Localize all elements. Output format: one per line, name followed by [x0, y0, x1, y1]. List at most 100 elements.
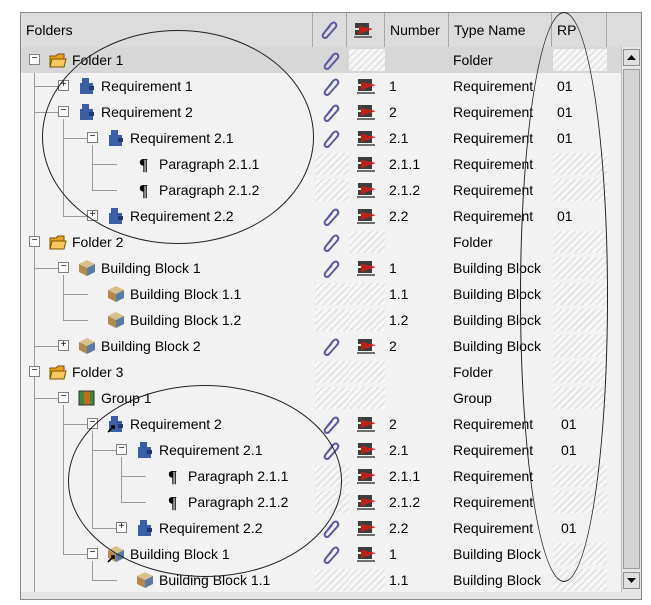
- paperclip-icon[interactable]: [320, 102, 346, 122]
- number-cell: 1: [389, 260, 397, 276]
- paperclip-icon[interactable]: [320, 206, 346, 226]
- tree-row[interactable]: + Requirement 1 1 Requirement 01: [21, 73, 621, 99]
- scrollbar-thumb[interactable]: [623, 69, 640, 569]
- tree-node-label[interactable]: Building Block 1: [130, 541, 230, 567]
- paperclip-icon[interactable]: [320, 414, 346, 434]
- column-header-server[interactable]: [347, 13, 385, 47]
- collapse-toggle[interactable]: −: [116, 444, 127, 455]
- expand-toggle[interactable]: +: [58, 340, 69, 351]
- tree-table-panel: Folders Number Type Name RP − Folder 1 Fol…: [20, 12, 642, 600]
- tree-node-label[interactable]: Group 1: [101, 385, 152, 411]
- tree-row[interactable]: − Requirement 2.1 2.1 Requirement 01: [21, 125, 621, 151]
- tree-row[interactable]: + Building Block 2 2 Building Block: [21, 333, 621, 359]
- collapse-toggle[interactable]: −: [29, 236, 40, 247]
- requirement-icon: [78, 103, 96, 121]
- paperclip-icon[interactable]: [320, 518, 346, 538]
- tree-node-label[interactable]: Building Block 1.1: [159, 567, 270, 592]
- tree-node-label[interactable]: Folder 2: [72, 229, 123, 255]
- server-icon: [355, 155, 379, 173]
- tree-row[interactable]: Building Block 1.1 1.1 Building Block: [21, 281, 621, 307]
- type-name-cell: Group: [453, 390, 492, 406]
- tree-node-label[interactable]: Paragraph 2.1.2: [159, 177, 259, 203]
- paperclip-icon[interactable]: [320, 232, 346, 252]
- paperclip-icon[interactable]: [320, 336, 346, 356]
- paperclip-icon[interactable]: [320, 76, 346, 96]
- empty-cell: [553, 361, 607, 383]
- tree-node-label[interactable]: Paragraph 2.1.1: [188, 463, 288, 489]
- tree-node-label[interactable]: Requirement 2: [130, 411, 222, 437]
- collapse-toggle[interactable]: −: [58, 106, 69, 117]
- tree-row[interactable]: ¶ Paragraph 2.1.1 2.1.1 Requirement: [21, 463, 621, 489]
- tree-row[interactable]: Building Block 1.2 1.2 Building Block: [21, 307, 621, 333]
- server-icon: [357, 157, 376, 172]
- column-header-type-name[interactable]: Type Name: [449, 13, 552, 47]
- scroll-up-button[interactable]: [623, 49, 640, 66]
- tree-node-label[interactable]: Building Block 2: [101, 333, 201, 359]
- paperclip-icon[interactable]: [320, 50, 346, 70]
- collapse-toggle[interactable]: −: [58, 392, 69, 403]
- number-cell: 2: [389, 338, 397, 354]
- paperclip-icon[interactable]: [320, 128, 346, 148]
- empty-cell: [553, 465, 607, 487]
- server-icon: [357, 209, 376, 224]
- tree-row[interactable]: − Folder 1 Folder: [21, 47, 621, 73]
- tree-node-label[interactable]: Folder 1: [72, 47, 123, 73]
- column-header-rp[interactable]: RP: [552, 13, 607, 47]
- tree-node-label[interactable]: Requirement 2.1: [159, 437, 263, 463]
- tree-row[interactable]: ¶ Paragraph 2.1.2 2.1.2 Requirement: [21, 489, 621, 515]
- expand-toggle[interactable]: +: [87, 210, 98, 221]
- column-header-attachment[interactable]: [313, 13, 347, 47]
- tree-node-label[interactable]: Requirement 2: [101, 99, 193, 125]
- server-icon: [355, 129, 379, 147]
- tree-node-label[interactable]: Building Block 1: [101, 255, 201, 281]
- tree-row[interactable]: ¶ Paragraph 2.1.1 2.1.1 Requirement: [21, 151, 621, 177]
- tree-node-label[interactable]: Requirement 2.2: [159, 515, 263, 541]
- tree-row[interactable]: + Requirement 2.2 2.2 Requirement 01: [21, 515, 621, 541]
- expand-toggle[interactable]: +: [58, 80, 69, 91]
- tree-row[interactable]: − Requirement 2 2 Requirement 01: [21, 411, 621, 437]
- expand-toggle[interactable]: +: [116, 522, 127, 533]
- tree-row[interactable]: Building Block 1.1 1.1 Building Block: [21, 567, 621, 592]
- tree-row[interactable]: − Requirement 2 2 Requirement 01: [21, 99, 621, 125]
- tree-row[interactable]: − Requirement 2.1 2.1 Requirement 01: [21, 437, 621, 463]
- type-name-cell: Requirement: [453, 104, 534, 120]
- paperclip-icon[interactable]: [320, 440, 346, 460]
- collapse-toggle[interactable]: −: [87, 418, 98, 429]
- scroll-down-button[interactable]: [623, 572, 640, 589]
- tree-row[interactable]: + Requirement 2.2 2.2 Requirement 01: [21, 203, 621, 229]
- vertical-scrollbar[interactable]: [621, 47, 641, 592]
- number-cell: 2.2: [389, 520, 409, 536]
- collapse-toggle[interactable]: −: [29, 366, 40, 377]
- type-name-cell: Building Block: [453, 338, 541, 354]
- tree-row[interactable]: ¶ Paragraph 2.1.2 2.1.2 Requirement: [21, 177, 621, 203]
- column-header-number[interactable]: Number: [385, 13, 449, 47]
- paperclip-icon[interactable]: [320, 544, 346, 564]
- tree-node-label[interactable]: Requirement 2.1: [130, 125, 234, 151]
- tree-node-label[interactable]: Folder 3: [72, 359, 123, 385]
- tree-node-label[interactable]: Paragraph 2.1.2: [188, 489, 288, 515]
- empty-cell: [315, 491, 349, 513]
- rp-cell: 01: [557, 130, 573, 146]
- paperclip-icon[interactable]: [320, 258, 346, 278]
- server-icon: [355, 103, 379, 121]
- number-cell: 2.1.2: [389, 182, 421, 198]
- tree-node-label[interactable]: Building Block 1.1: [130, 281, 241, 307]
- tree-row[interactable]: − Group 1 Group: [21, 385, 621, 411]
- tree-node-label[interactable]: Requirement 2.2: [130, 203, 234, 229]
- tree-row[interactable]: − Folder 2 Folder: [21, 229, 621, 255]
- collapse-toggle[interactable]: −: [29, 54, 40, 65]
- number-cell: 2.1: [389, 130, 409, 146]
- collapse-toggle[interactable]: −: [58, 262, 69, 273]
- horizontal-scrollbar[interactable]: [21, 592, 641, 599]
- svg-text:¶: ¶: [168, 467, 177, 485]
- tree-node-label[interactable]: Building Block 1.2: [130, 307, 241, 333]
- tree-node-label[interactable]: Paragraph 2.1.1: [159, 151, 259, 177]
- tree-row[interactable]: − Building Block 1 1 Building Block: [21, 541, 621, 567]
- tree-row[interactable]: − Folder 3 Folder: [21, 359, 621, 385]
- collapse-toggle[interactable]: −: [87, 548, 98, 559]
- tree-row[interactable]: − Building Block 1 1 Building Block: [21, 255, 621, 281]
- paperclip-icon: [323, 416, 340, 434]
- tree-node-label[interactable]: Requirement 1: [101, 73, 193, 99]
- column-header-folders[interactable]: Folders: [21, 13, 313, 47]
- collapse-toggle[interactable]: −: [87, 132, 98, 143]
